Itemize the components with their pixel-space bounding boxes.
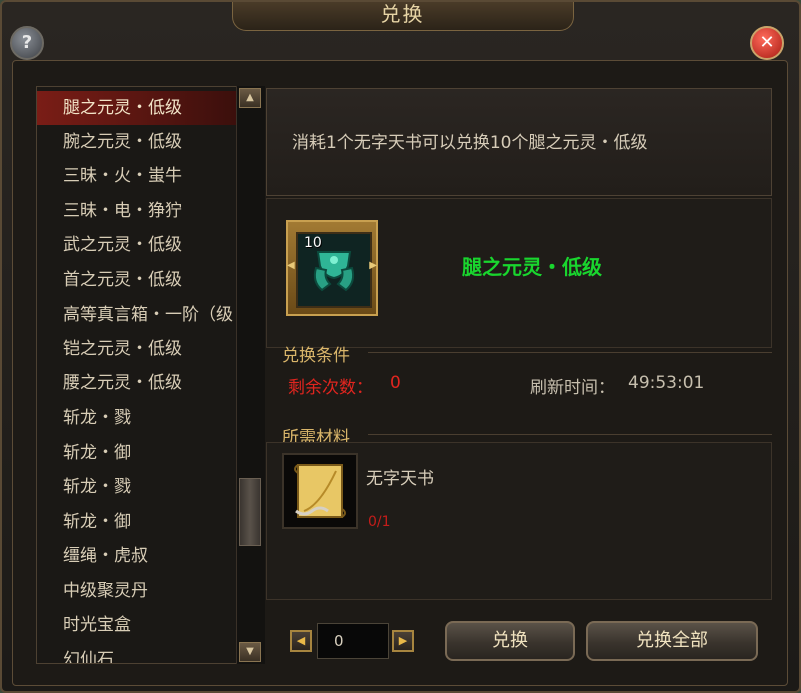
decrease-quantity-icon[interactable]: ◀ (290, 630, 312, 652)
material-count: 0/1 (368, 514, 391, 530)
help-icon[interactable]: ? (10, 26, 44, 60)
quantity-input[interactable]: 0 (317, 623, 389, 659)
divider (368, 352, 772, 353)
list-item[interactable]: 斩龙・御 (37, 505, 237, 539)
remaining-label: 剩余次数： (288, 378, 373, 398)
list-item[interactable]: 腰之元灵・低级 (37, 366, 237, 400)
close-icon[interactable]: ✕ (750, 26, 784, 60)
list-item[interactable]: 斩龙・御 (37, 436, 237, 470)
reward-item-name: 腿之元灵・低级 (462, 255, 602, 279)
list-item[interactable]: 三昧・电・狰狞 (37, 194, 237, 228)
refresh-label: 刷新时间： (530, 378, 615, 398)
list-item[interactable]: 中级聚灵丹 (37, 574, 237, 608)
list-item[interactable]: 斩龙・戮 (37, 470, 237, 504)
list-item[interactable]: 幻仙石 (37, 643, 237, 663)
list-item[interactable]: 铠之元灵・低级 (37, 332, 237, 366)
remaining-value: 0 (390, 373, 401, 393)
exchange-button[interactable]: 兑换 (445, 621, 575, 661)
list-item[interactable]: 首之元灵・低级 (37, 263, 237, 297)
window-title: 兑换 (380, 2, 425, 26)
refresh-timer: 49:53:01 (628, 373, 705, 393)
reward-item-slot[interactable]: ◀ ▶ (286, 220, 378, 316)
scroll-up-icon[interactable]: ▲ (239, 88, 261, 108)
divider (368, 434, 772, 435)
slot-corner-icon: ◀ (287, 260, 295, 271)
title-bar: 兑换 (2, 2, 801, 31)
reward-quantity: 10 (304, 235, 322, 251)
exchange-all-button[interactable]: 兑换全部 (586, 621, 758, 661)
list-item[interactable]: 时光宝盒 (37, 608, 237, 642)
scroll-thumb[interactable] (239, 478, 261, 546)
list-item[interactable]: 高等真言箱・一阶（级 (37, 298, 237, 332)
scroll-icon (288, 459, 352, 527)
list-item[interactable]: 腕之元灵・低级 (37, 125, 237, 159)
list-item[interactable]: 武之元灵・低级 (37, 228, 237, 262)
list-item[interactable]: 斩龙・戮 (37, 401, 237, 435)
scroll-down-icon[interactable]: ▼ (239, 642, 261, 662)
conditions-title: 兑换条件 (282, 346, 350, 366)
material-slot[interactable] (282, 453, 358, 529)
list-scrollbar[interactable] (236, 86, 265, 664)
list-item[interactable]: 三昧・火・蚩牛 (37, 159, 237, 193)
list-item[interactable]: 腿之元灵・低级 (37, 91, 237, 125)
slot-corner-icon: ▶ (369, 260, 377, 271)
material-name: 无字天书 (366, 469, 434, 489)
exchange-window: 兑换 ? ✕ 腿之元灵・低级 腕之元灵・低级 三昧・火・蚩牛 三昧・电・狰狞 武… (0, 0, 801, 693)
exchange-item-list: 腿之元灵・低级 腕之元灵・低级 三昧・火・蚩牛 三昧・电・狰狞 武之元灵・低级 … (36, 86, 264, 664)
exchange-description: 消耗1个无字天书可以兑换10个腿之元灵・低级 (292, 133, 648, 153)
increase-quantity-icon[interactable]: ▶ (392, 630, 414, 652)
list-item[interactable]: 缰绳・虎叔 (37, 539, 237, 573)
